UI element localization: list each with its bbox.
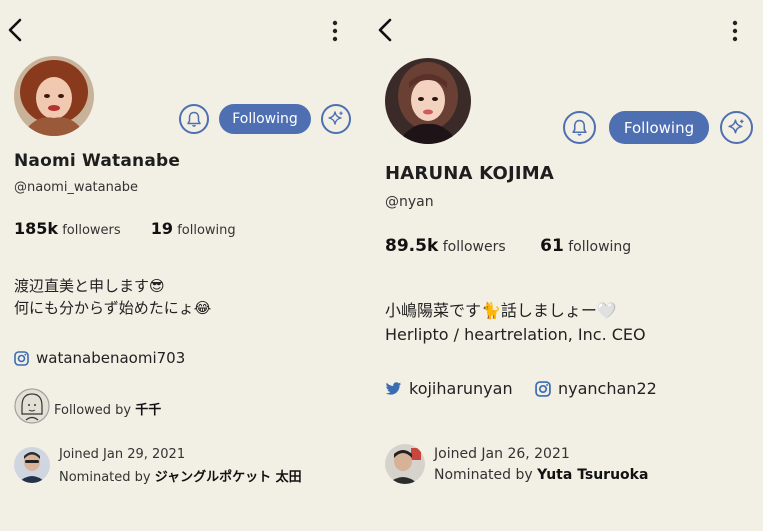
- sparkle-button[interactable]: [321, 104, 351, 134]
- following-button[interactable]: Following: [219, 104, 311, 134]
- bio-line-2: Herlipto / heartrelation, Inc. CEO: [385, 325, 646, 344]
- instagram-link[interactable]: nyanchan22: [535, 379, 657, 398]
- notify-bell-button[interactable]: [179, 104, 209, 134]
- nominated-by-label: Nominated by: [434, 467, 533, 483]
- instagram-handle: nyanchan22: [558, 379, 657, 398]
- following-count: 61: [540, 236, 564, 256]
- profile-bio: 小嶋陽菜です🐈話しましょー🤍 Herlipto / heartrelation,…: [385, 299, 646, 347]
- nominated-by-label: Nominated by: [59, 470, 151, 485]
- sparkle-icon: [328, 111, 343, 125]
- followers-count: 89.5k: [385, 236, 439, 256]
- bio-line-1: 小嶋陽菜です🐈話しましょー🤍: [385, 301, 617, 320]
- profile-handle: @naomi_watanabe: [14, 180, 139, 195]
- following-button[interactable]: Following: [609, 111, 709, 144]
- following-label: following: [177, 223, 236, 238]
- followed-by-label: Followed by: [54, 403, 132, 418]
- following-label: following: [568, 239, 632, 255]
- nominator-avatar[interactable]: [14, 447, 50, 483]
- profile-name: HARUNA KOJIMA: [385, 163, 555, 184]
- twitter-handle: kojiharunyan: [409, 379, 513, 398]
- more-vertical-icon[interactable]: [330, 20, 340, 42]
- followers-label: followers: [442, 239, 506, 255]
- bell-icon: [187, 111, 201, 127]
- instagram-icon: [14, 350, 29, 366]
- nominated-by-text: Nominated by Yuta Tsuruoka: [434, 467, 648, 483]
- instagram-link[interactable]: watanabenaomi703: [14, 349, 185, 367]
- followed-by-name[interactable]: 千千: [135, 403, 161, 418]
- profile-avatar[interactable]: [14, 56, 94, 136]
- instagram-icon: [535, 380, 551, 397]
- nominated-by-name[interactable]: ジャングルポケット 太田: [155, 470, 302, 485]
- following-button-label: Following: [232, 111, 298, 127]
- profile-avatar[interactable]: [385, 58, 471, 144]
- bio-line-1: 渡辺直美と申します😎: [14, 277, 165, 295]
- nominator-avatar[interactable]: [385, 444, 425, 484]
- back-arrow-icon[interactable]: [8, 18, 22, 42]
- nominated-by-name[interactable]: Yuta Tsuruoka: [537, 467, 648, 483]
- profile-name: Naomi Watanabe: [14, 151, 181, 171]
- notify-bell-button[interactable]: [563, 111, 596, 144]
- following-button-label: Following: [623, 118, 695, 137]
- left-profile-panel: Following Naomi Watanabe @naomi_watanabe…: [0, 0, 372, 531]
- more-vertical-icon[interactable]: [730, 20, 740, 42]
- right-profile-panel: Following HARUNA KOJIMA @nyan 89.5k foll…: [372, 0, 763, 531]
- joined-date: Joined Jan 29, 2021: [59, 447, 186, 462]
- sparkle-icon: [728, 119, 744, 134]
- followed-by-text: Followed by 千千: [54, 399, 161, 418]
- followers-count: 185k: [14, 219, 59, 238]
- instagram-handle: watanabenaomi703: [36, 349, 186, 367]
- bio-line-2: 何にも分からず始めたにょ😂: [14, 299, 212, 317]
- following-stat[interactable]: 19 following: [151, 219, 236, 238]
- profile-stats: 185k followers 19 following: [14, 219, 236, 238]
- bell-icon: [572, 119, 587, 136]
- following-count: 19: [150, 219, 174, 238]
- sparkle-button[interactable]: [720, 111, 753, 144]
- profile-bio: 渡辺直美と申します😎 何にも分からず始めたにょ😂: [14, 275, 211, 319]
- nominated-by-text: Nominated by ジャングルポケット 太田: [59, 466, 302, 485]
- followed-by-avatar[interactable]: [14, 388, 50, 424]
- profile-handle: @nyan: [385, 194, 434, 210]
- back-arrow-icon[interactable]: [378, 18, 392, 42]
- followers-stat[interactable]: 185k followers: [14, 219, 121, 238]
- followers-stat[interactable]: 89.5k followers: [385, 236, 506, 256]
- followers-label: followers: [62, 223, 121, 238]
- twitter-link[interactable]: kojiharunyan: [385, 379, 513, 398]
- following-stat[interactable]: 61 following: [540, 236, 631, 256]
- joined-date: Joined Jan 26, 2021: [434, 446, 570, 462]
- twitter-icon: [385, 381, 402, 396]
- profile-stats: 89.5k followers 61 following: [385, 236, 631, 256]
